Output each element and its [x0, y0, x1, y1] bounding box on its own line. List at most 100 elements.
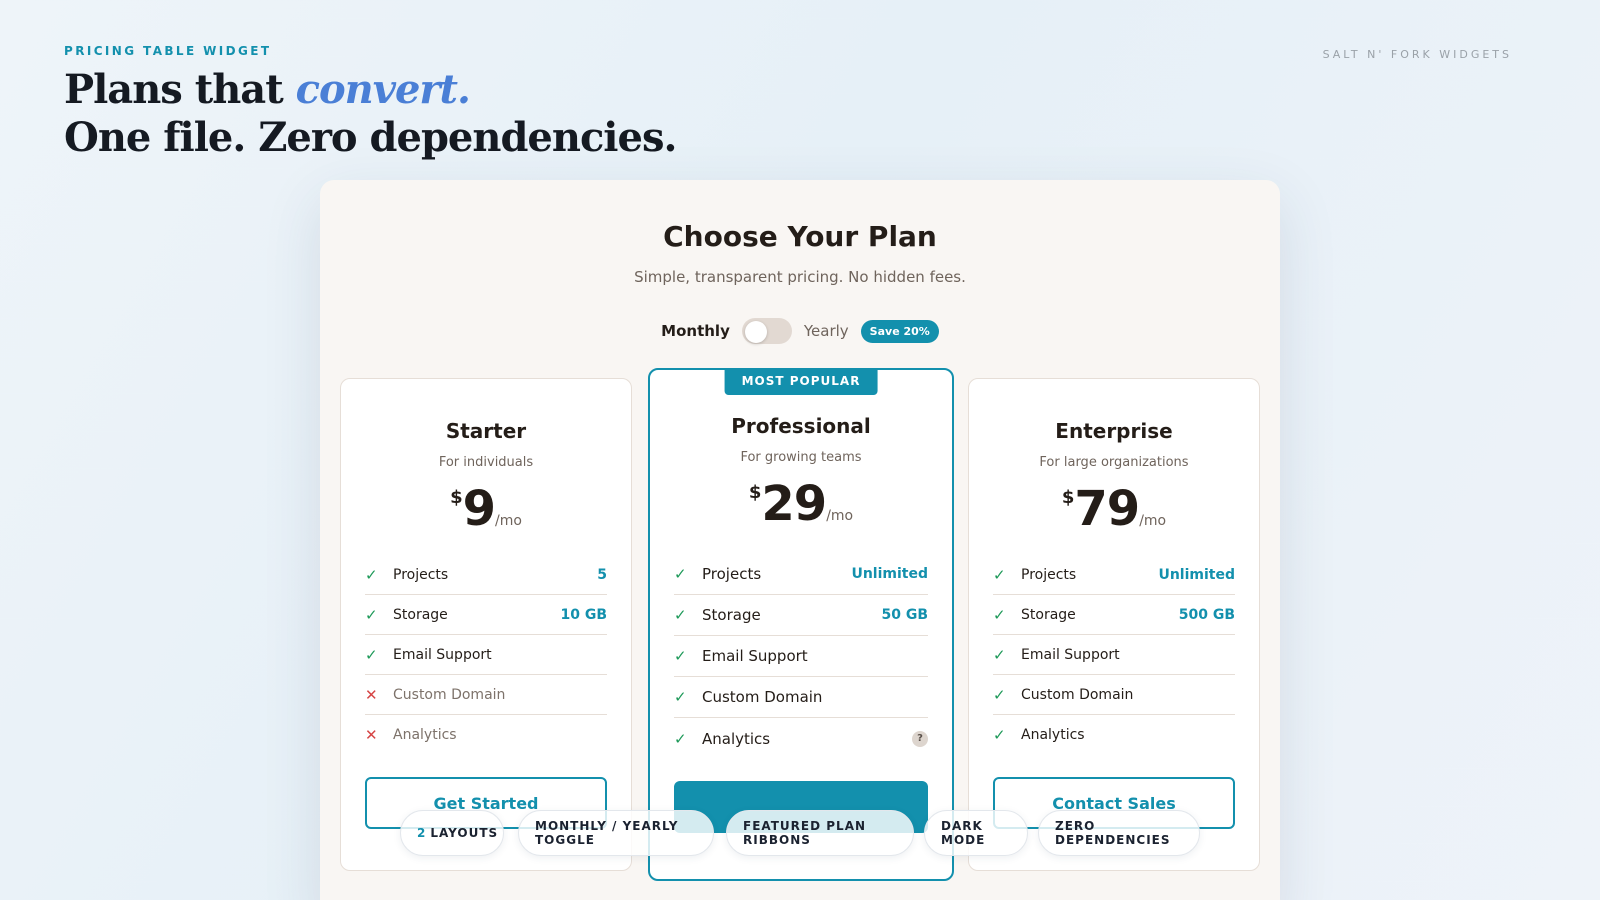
most-popular-ribbon: MOST POPULAR	[724, 368, 878, 395]
feature-row: ✓ Email Support	[674, 636, 928, 677]
price-amount: 79	[1074, 481, 1140, 537]
feature-row: ✓ Custom Domain	[993, 675, 1235, 715]
feature-list: ✓ Projects 5 ✓ Storage 10 GB ✓ Email Support …	[365, 555, 607, 755]
check-icon: ✓	[993, 565, 1006, 584]
feature-label: Analytics	[1021, 727, 1085, 743]
plan-price: $79/mo	[969, 481, 1259, 537]
chip-number: 2	[417, 826, 427, 840]
feature-row: ✓ Storage 500 GB	[993, 595, 1235, 635]
chip-label: LAYOUTS	[430, 826, 499, 840]
feature-list: ✓ Projects Unlimited ✓ Storage 50 GB ✓ Email …	[674, 554, 928, 759]
billing-monthly-label[interactable]: Monthly	[661, 322, 730, 340]
chip-label: DARK MODE	[941, 819, 986, 847]
cross-icon: ✕	[365, 726, 378, 744]
billing-toggle[interactable]	[741, 318, 792, 344]
feature-label: Custom Domain	[1021, 686, 1134, 703]
chip-toggle: MONTHLY / YEARLY TOGGLE	[518, 810, 714, 856]
check-icon: ✓	[365, 645, 378, 664]
plan-description: For growing teams	[740, 450, 862, 465]
feature-label: Projects	[702, 565, 762, 583]
price-period: /mo	[1139, 513, 1167, 529]
feature-row: ✓ Analytics?	[674, 718, 928, 759]
feature-list: ✓ Projects Unlimited ✓ Storage 500 GB ✓ Email…	[993, 555, 1235, 755]
feature-row: ✓ Analytics	[993, 715, 1235, 755]
feature-label: Storage	[393, 606, 448, 623]
eyebrow-label: PRICING TABLE WIDGET	[64, 44, 272, 58]
headline-plain: Plans that	[64, 66, 296, 113]
headline-accent: convert.	[295, 66, 471, 113]
feature-label: Email Support	[702, 647, 808, 665]
chip-zero-deps: ZERO DEPENDENCIES	[1038, 810, 1200, 856]
pricing-panel: Choose Your Plan Simple, transparent pri…	[320, 180, 1280, 900]
feature-value: 5	[597, 566, 607, 583]
feature-label: Storage	[1021, 606, 1076, 623]
feature-chips: 2 LAYOUTS MONTHLY / YEARLY TOGGLE FEATURE…	[400, 810, 1220, 856]
feature-row: ✓ Projects Unlimited	[674, 554, 928, 595]
feature-label: Custom Domain	[393, 686, 506, 703]
feature-label: Projects	[393, 566, 449, 583]
feature-label: Analytics	[702, 729, 771, 748]
feature-label: Storage	[702, 606, 761, 624]
feature-label: Email Support	[393, 646, 492, 663]
feature-row: ✓ Storage 10 GB	[365, 595, 607, 635]
check-icon: ✓	[993, 685, 1006, 704]
feature-label: Email Support	[1021, 646, 1120, 663]
plan-name: Professional	[731, 414, 871, 438]
feature-value: Unlimited	[851, 566, 928, 582]
save-badge: Save 20%	[860, 319, 939, 343]
check-icon: ✓	[674, 729, 687, 748]
plan-name: Starter	[445, 419, 527, 443]
feature-row: ✓ Custom Domain	[674, 677, 928, 718]
feature-label: Custom Domain	[702, 688, 823, 706]
cross-icon: ✕	[365, 685, 378, 704]
chip-layouts: 2 LAYOUTS	[400, 810, 504, 856]
plan-description: For individuals	[438, 455, 534, 470]
price-currency: $	[1061, 487, 1075, 508]
help-icon[interactable]: ?	[912, 730, 928, 747]
chip-dark-mode: DARK MODE	[924, 810, 1028, 856]
price-amount: 9	[462, 481, 496, 537]
check-icon: ✓	[365, 605, 378, 624]
check-icon: ✓	[993, 726, 1006, 744]
chip-label: MONTHLY / YEARLY TOGGLE	[535, 819, 679, 847]
plan-card-enterprise: Enterprise For large organizations $79/m…	[968, 378, 1260, 871]
plan-name: Enterprise	[1055, 419, 1173, 443]
price-amount: 29	[761, 476, 827, 532]
check-icon: ✓	[993, 645, 1006, 664]
check-icon: ✓	[674, 606, 687, 624]
feature-row: ✕ Analytics	[365, 715, 607, 755]
feature-label: Projects	[1021, 566, 1077, 583]
check-icon: ✓	[674, 647, 687, 665]
chip-label: FEATURED PLAN RIBBONS	[743, 819, 867, 847]
price-currency: $	[450, 487, 463, 508]
price-period: /mo	[495, 513, 522, 529]
plan-price: $9/mo	[341, 481, 631, 537]
chip-ribbons: FEATURED PLAN RIBBONS	[726, 810, 914, 856]
feature-value: 10 GB	[560, 606, 607, 623]
price-currency: $	[748, 482, 762, 503]
check-icon: ✓	[674, 565, 687, 583]
feature-row: ✓ Email Support	[365, 635, 607, 675]
plan-price: $29/mo	[650, 476, 952, 532]
feature-value: 500 GB	[1178, 606, 1235, 623]
plan-card-professional: MOST POPULAR Professional For growing te…	[648, 368, 954, 881]
feature-row: ✓ Projects Unlimited	[993, 555, 1235, 595]
check-icon: ✓	[993, 605, 1006, 624]
check-icon: ✓	[365, 565, 378, 584]
panel-subtitle: Simple, transparent pricing. No hidden f…	[634, 268, 966, 286]
billing-yearly-label[interactable]: Yearly	[804, 322, 849, 340]
hero-headline: Plans that convert. One file. Zero depen…	[64, 66, 677, 162]
plan-card-starter: Starter For individuals $9/mo ✓ Projects 5…	[340, 378, 632, 871]
toggle-knob	[744, 321, 767, 343]
feature-value: 50 GB	[881, 607, 928, 623]
feature-row: ✓ Storage 50 GB	[674, 595, 928, 636]
plan-description: For large organizations	[1039, 455, 1189, 470]
feature-row: ✓ Email Support	[993, 635, 1235, 675]
headline-line2: One file. Zero dependencies.	[64, 114, 677, 161]
feature-value: Unlimited	[1158, 566, 1235, 583]
feature-row: ✓ Projects 5	[365, 555, 607, 595]
feature-row: ✕ Custom Domain	[365, 675, 607, 715]
panel-title: Choose Your Plan	[663, 220, 937, 253]
check-icon: ✓	[674, 688, 687, 706]
chip-label: ZERO DEPENDENCIES	[1055, 819, 1171, 847]
